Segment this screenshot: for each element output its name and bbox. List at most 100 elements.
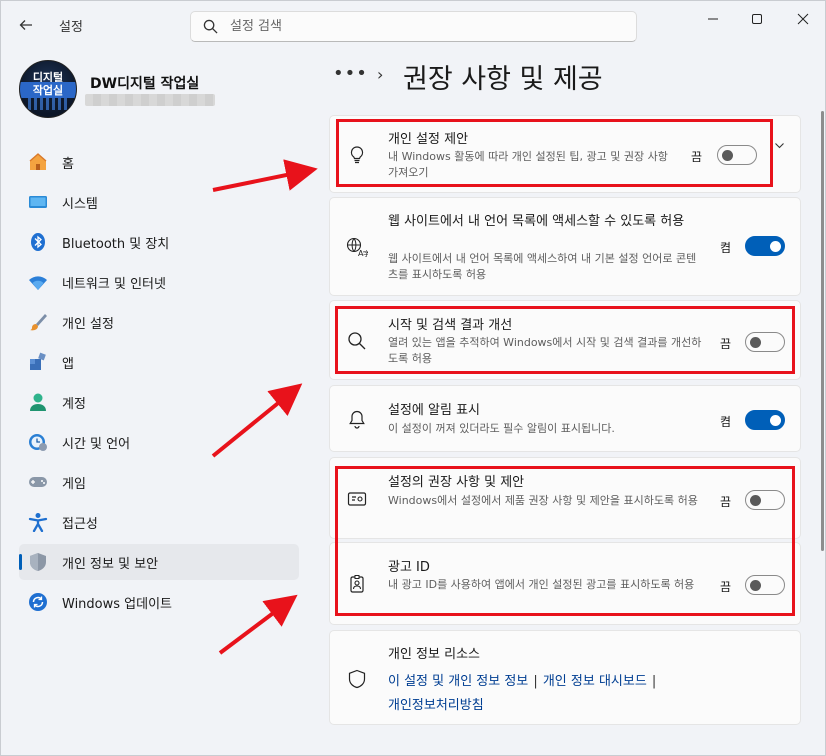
search-icon (346, 330, 368, 352)
sidebar-item-label: 앱 (62, 356, 74, 372)
home-icon (28, 152, 48, 172)
maximize-icon (752, 14, 762, 24)
lightbulb-icon (346, 144, 368, 166)
sidebar-item-home[interactable]: 홈 (19, 144, 299, 180)
breadcrumb-chevron-icon: › (377, 65, 384, 84)
sidebar-item-label: 개인 정보 및 보안 (62, 556, 159, 572)
sidebar-item-time-language[interactable]: 시간 및 언어 (19, 424, 299, 460)
search-improvement-toggle[interactable] (745, 332, 785, 352)
scrollbar[interactable] (821, 111, 824, 551)
profile-email-redacted (85, 94, 215, 106)
sidebar-item-label: 네트워크 및 인터넷 (62, 276, 166, 292)
setting-card-language-list[interactable]: A字 웹 사이트에서 내 언어 목록에 액세스할 수 있도록 허용 웹 사이트에… (329, 197, 801, 296)
privacy-dashboard-link[interactable]: 개인 정보 대시보드 (543, 674, 647, 689)
sidebar-item-label: 게임 (62, 476, 86, 492)
breadcrumb-more-button[interactable]: ••• (333, 63, 368, 84)
sidebar-item-privacy-security[interactable]: 개인 정보 및 보안 (19, 544, 299, 580)
sidebar-item-accounts[interactable]: 계정 (19, 384, 299, 420)
shield-outline-icon (346, 668, 368, 690)
link-separator: | (651, 674, 657, 689)
setting-card-search-improvement[interactable]: 시작 및 검색 결과 개선 열려 있는 앱을 추적하여 Windows에서 시작… (329, 300, 801, 380)
apps-icon (28, 352, 48, 372)
sidebar-item-label: 홈 (62, 156, 74, 172)
minimize-icon (708, 18, 718, 20)
clock-globe-icon (28, 432, 48, 452)
system-icon (28, 192, 48, 212)
gamepad-icon (28, 472, 48, 492)
setting-title: 웹 사이트에서 내 언어 목록에 액세스할 수 있도록 허용 (388, 214, 685, 229)
settings-window: 설정 디지털 작업실 DW디지털 작업실 홈 (0, 0, 826, 756)
sidebar-item-personalization[interactable]: 개인 설정 (19, 304, 299, 340)
setting-title: 설정의 권장 사항 및 제안 (388, 475, 525, 490)
sidebar-item-accessibility[interactable]: 접근성 (19, 504, 299, 540)
setting-card-advertising-id[interactable]: 광고 ID 내 광고 ID를 사용하여 앱에서 개인 설정된 광고를 표시하도록… (329, 542, 801, 625)
sidebar-item-label: Bluetooth 및 장치 (62, 236, 170, 252)
sidebar-item-gaming[interactable]: 게임 (19, 464, 299, 500)
wifi-icon (28, 272, 48, 292)
profile-name: DW디지털 작업실 (90, 76, 200, 92)
privacy-resources-card: 개인 정보 리소스 이 설정 및 개인 정보 정보 | 개인 정보 대시보드 |… (329, 630, 801, 725)
sidebar-item-windows-update[interactable]: Windows 업데이트 (19, 584, 299, 620)
privacy-statement-link[interactable]: 개인정보처리방침 (388, 698, 484, 713)
language-icon: A字 (346, 236, 368, 258)
setting-title: 시작 및 검색 결과 개선 (388, 318, 513, 333)
back-arrow-icon (19, 20, 32, 30)
notifications-toggle[interactable] (745, 410, 785, 430)
link-separator: | (533, 674, 538, 689)
close-button[interactable] (788, 9, 818, 29)
search-box[interactable] (190, 11, 637, 42)
setting-description: 내 광고 ID를 사용하여 앱에서 개인 설정된 광고를 표시하도록 허용 (388, 578, 695, 591)
sidebar-item-system[interactable]: 시스템 (19, 184, 299, 220)
setting-card-personalized-offers[interactable]: 개인 설정 제안 내 Windows 활동에 따라 개인 설정된 팁, 광고 및… (329, 115, 801, 193)
title-bar: 설정 (1, 1, 825, 47)
language-list-toggle[interactable] (745, 236, 785, 256)
search-icon (203, 19, 218, 34)
toggle-state-label: 끔 (720, 580, 732, 594)
update-icon (28, 592, 48, 612)
chevron-down-icon[interactable] (774, 140, 785, 154)
toggle-state-label: 끔 (720, 337, 732, 351)
toggle-state-label: 끔 (691, 150, 703, 164)
sidebar-item-apps[interactable]: 앱 (19, 344, 299, 380)
page-title: 권장 사항 및 제공 (403, 64, 603, 95)
sidebar-item-label: Windows 업데이트 (62, 596, 173, 612)
toggle-state-label: 켬 (720, 415, 732, 429)
search-input[interactable] (230, 19, 610, 34)
settings-recommendations-toggle[interactable] (745, 490, 785, 510)
toggle-state-label: 켬 (720, 241, 732, 255)
setting-card-notifications[interactable]: 설정에 알림 표시 이 설정이 꺼져 있더라도 필수 알림이 표시됩니다. 켬 (329, 385, 801, 452)
toggle-state-label: 끔 (720, 495, 732, 509)
privacy-resources-title: 개인 정보 리소스 (388, 647, 480, 662)
close-icon (797, 13, 809, 25)
bluetooth-icon (28, 232, 48, 252)
setting-card-settings-recommendations[interactable]: 설정의 권장 사항 및 제안 Windows에서 설정에서 제품 권장 사항 및… (329, 457, 801, 539)
svg-text:字: 字 (363, 249, 368, 258)
id-badge-icon (346, 573, 368, 595)
card-offer-icon (346, 488, 368, 510)
bell-icon (346, 408, 368, 430)
minimize-button[interactable] (698, 9, 728, 29)
app-title: 설정 (59, 20, 83, 35)
advertising-id-toggle[interactable] (745, 575, 785, 595)
sidebar-nav: 홈 시스템 Bluetooth 및 장치 네트워크 및 인터넷 개인 설정 앱 … (19, 144, 299, 624)
setting-title: 광고 ID (388, 560, 430, 575)
setting-description: Windows에서 설정에서 제품 권장 사항 및 제안을 표시하도록 허용 (388, 494, 698, 507)
sidebar-item-bluetooth[interactable]: Bluetooth 및 장치 (19, 224, 299, 260)
sidebar-item-network[interactable]: 네트워크 및 인터넷 (19, 264, 299, 300)
brush-icon (28, 312, 48, 332)
privacy-settings-info-link[interactable]: 이 설정 및 개인 정보 정보 (388, 674, 528, 689)
privacy-links: 이 설정 및 개인 정보 정보 | 개인 정보 대시보드 | 개인정보처리방침 (388, 669, 656, 717)
accessibility-icon (28, 512, 48, 532)
avatar-text-bottom: 작업실 (20, 82, 76, 98)
personalized-offers-toggle[interactable] (717, 145, 757, 165)
sidebar-item-label: 계정 (62, 396, 86, 412)
sidebar-item-label: 시간 및 언어 (62, 436, 131, 452)
maximize-button[interactable] (742, 9, 772, 29)
setting-title: 설정에 알림 표시 (388, 403, 480, 418)
setting-description: 열려 있는 앱을 추적하여 Windows에서 시작 및 검색 결과를 개선하도… (388, 336, 702, 365)
setting-description: 이 설정이 꺼져 있더라도 필수 알림이 표시됩니다. (388, 422, 615, 435)
shield-icon (28, 552, 48, 572)
avatar[interactable]: 디지털 작업실 (19, 60, 77, 118)
avatar-decoration (28, 98, 70, 110)
back-button[interactable] (13, 13, 39, 37)
